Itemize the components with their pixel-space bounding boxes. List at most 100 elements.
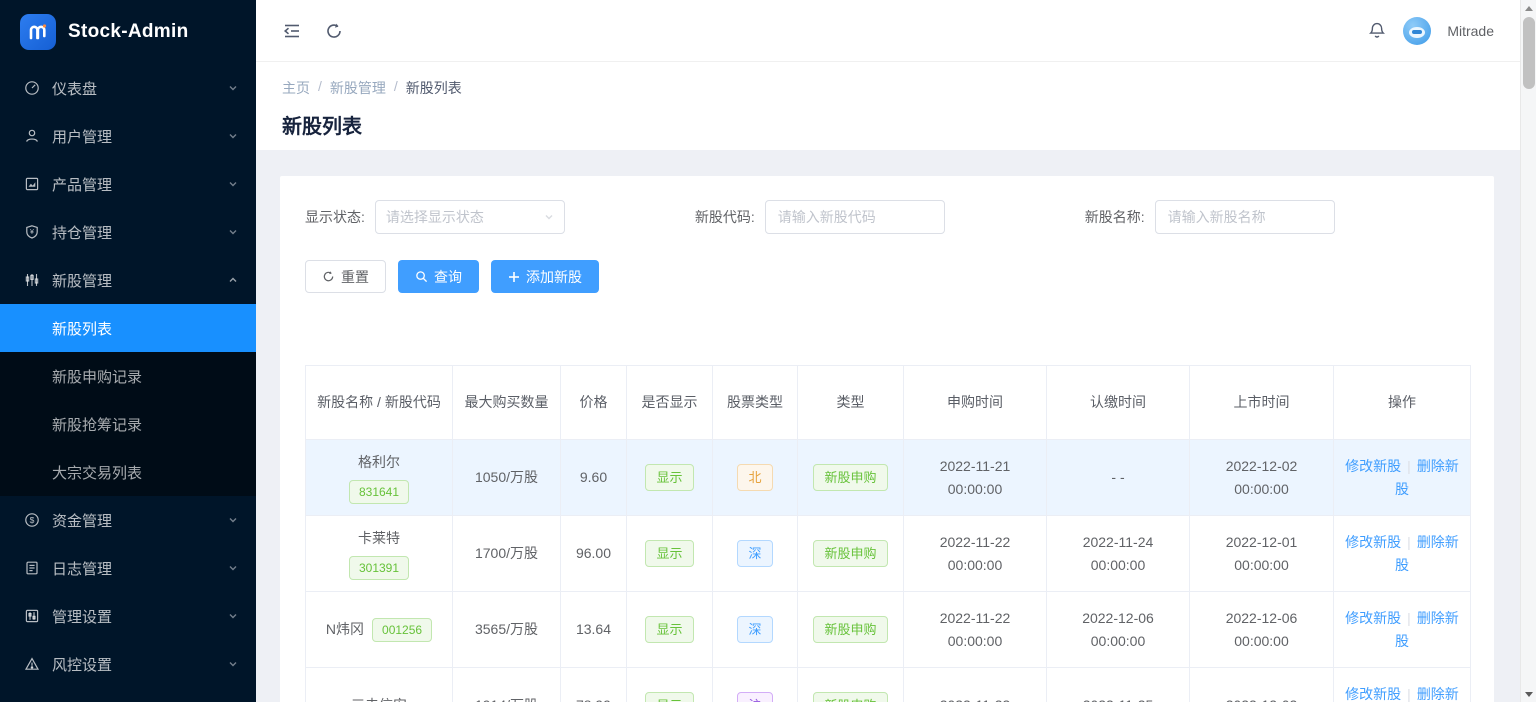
col-actions: 操作 <box>1334 366 1471 440</box>
breadcrumb-home[interactable]: 主页 <box>282 78 310 98</box>
list-time: 2022-12-02 00:00:00 <box>1214 455 1310 500</box>
add-button-label: 添加新股 <box>526 267 582 287</box>
filter-row: 显示状态: 请选择显示状态 新股代码: 新股名称: <box>305 200 1469 234</box>
sidebar-item-dashboard[interactable]: 仪表盘 <box>0 64 256 112</box>
pay-time: - - <box>1070 466 1166 488</box>
list-time: 2022-12-01 00:00:00 <box>1214 531 1310 576</box>
sidebar-subitem-block-trade-list[interactable]: 大宗交易列表 <box>0 448 256 496</box>
sidebar-item-products[interactable]: 产品管理 <box>0 160 256 208</box>
sidebar-item-logs[interactable]: 日志管理 <box>0 544 256 592</box>
edit-stock-link[interactable]: 修改新股 <box>1345 610 1401 626</box>
status-select[interactable]: 请选择显示状态 <box>375 200 565 234</box>
delete-stock-link[interactable]: 删除新股 <box>1395 458 1459 496</box>
pay-time: 2022-12-06 00:00:00 <box>1070 607 1166 652</box>
price-cell: 96.00 <box>561 516 627 592</box>
breadcrumb-separator: / <box>394 78 398 98</box>
col-list-time: 上市时间 <box>1190 366 1334 440</box>
subscribe-time: 2022-11-22 00:00:00 <box>927 531 1023 576</box>
fold-sidebar-icon[interactable] <box>282 21 302 41</box>
delete-stock-link[interactable]: 删除新股 <box>1395 534 1459 572</box>
reset-button-label: 重置 <box>341 267 369 287</box>
username[interactable]: Mitrade <box>1447 23 1494 39</box>
dashboard-icon <box>24 80 40 96</box>
sidebar-item-positions[interactable]: ¥ 持仓管理 <box>0 208 256 256</box>
stock-code-tag: 001256 <box>372 618 432 642</box>
price-cell: 78.99 <box>561 668 627 702</box>
breadcrumb-new-stock-mgmt[interactable]: 新股管理 <box>330 78 386 98</box>
sidebar-item-label: 管理设置 <box>52 606 228 627</box>
scrollbar-up-icon <box>1525 6 1533 11</box>
name-filter-label: 新股名称: <box>1085 207 1145 227</box>
col-pay-time: 认缴时间 <box>1047 366 1190 440</box>
code-input[interactable] <box>765 200 945 234</box>
scrollbar-thumb[interactable] <box>1523 17 1535 89</box>
edit-stock-link[interactable]: 修改新股 <box>1345 534 1401 550</box>
sidebar-menu: 仪表盘 用户管理 产品管理 ¥ 持仓管理 新股管理 新股列表 <box>0 64 256 688</box>
content-card: 显示状态: 请选择显示状态 新股代码: 新股名称: <box>280 176 1494 702</box>
edit-stock-link[interactable]: 修改新股 <box>1345 458 1401 474</box>
col-stock-type: 股票类型 <box>713 366 798 440</box>
list-time: 2022-12-06 00:00:00 <box>1214 607 1310 652</box>
new-stock-table: 新股名称 / 新股代码 最大购买数量 价格 是否显示 股票类型 类型 申购时间 … <box>305 365 1471 702</box>
user-icon <box>24 128 40 144</box>
svg-text:¥: ¥ <box>30 229 34 236</box>
edit-stock-link[interactable]: 修改新股 <box>1345 686 1401 702</box>
sidebar-item-users[interactable]: 用户管理 <box>0 112 256 160</box>
avatar[interactable] <box>1403 17 1431 45</box>
col-subscribe-time: 申购时间 <box>904 366 1047 440</box>
chevron-up-icon <box>228 275 238 285</box>
sidebar-item-admin-settings[interactable]: 管理设置 <box>0 592 256 640</box>
pay-time: 2022-11-25 <box>1070 694 1166 702</box>
reset-button[interactable]: 重置 <box>305 260 386 293</box>
app-title: Stock-Admin <box>68 21 188 43</box>
stock-name: 三未信安 <box>351 694 407 702</box>
market-badge: 深 <box>737 540 772 567</box>
action-divider: | <box>1407 534 1411 550</box>
add-new-stock-button[interactable]: 添加新股 <box>491 260 599 293</box>
page-scrollbar[interactable] <box>1520 0 1536 702</box>
sidebar-item-new-stock[interactable]: 新股管理 <box>0 256 256 304</box>
bell-icon[interactable] <box>1367 21 1387 41</box>
product-icon <box>24 176 40 192</box>
status-filter-label: 显示状态: <box>305 207 365 227</box>
table-header-row: 新股名称 / 新股代码 最大购买数量 价格 是否显示 股票类型 类型 申购时间 … <box>306 366 1471 440</box>
table-row: 卡莱特 301391 1700/万股 96.00 显示 深 新股申购 2022-… <box>306 516 1471 592</box>
type-badge: 新股申购 <box>813 464 887 491</box>
pay-time: 2022-11-24 00:00:00 <box>1070 531 1166 576</box>
stock-icon <box>24 272 40 288</box>
sidebar-subitem-subscription-records[interactable]: 新股申购记录 <box>0 352 256 400</box>
sidebar-item-funds[interactable]: $ 资金管理 <box>0 496 256 544</box>
search-button[interactable]: 查询 <box>398 260 479 293</box>
new-stock-submenu: 新股列表 新股申购记录 新股抢筹记录 大宗交易列表 <box>0 304 256 496</box>
sidebar-item-label: 日志管理 <box>52 558 228 579</box>
risk-icon <box>24 656 40 672</box>
scrollbar-up-button[interactable] <box>1521 0 1536 16</box>
stock-name: 格利尔 <box>358 451 400 473</box>
table-row: 三未信安 1914/万股 78.99 显示 沪 新股申购 2022-11-23 … <box>306 668 1471 702</box>
col-name-code: 新股名称 / 新股代码 <box>306 366 453 440</box>
breadcrumb: 主页 / 新股管理 / 新股列表 <box>282 78 1494 98</box>
sidebar-item-label: 持仓管理 <box>52 222 228 243</box>
sidebar-subitem-new-stock-list[interactable]: 新股列表 <box>0 304 256 352</box>
sidebar-subitem-grab-records[interactable]: 新股抢筹记录 <box>0 400 256 448</box>
delete-stock-link[interactable]: 删除新股 <box>1395 610 1459 648</box>
chevron-down-icon <box>228 611 238 621</box>
chevron-down-icon <box>228 515 238 525</box>
scrollbar-down-button[interactable] <box>1521 686 1536 702</box>
col-max-buy: 最大购买数量 <box>453 366 561 440</box>
sidebar-item-risk-settings[interactable]: 风控设置 <box>0 640 256 688</box>
content: 显示状态: 请选择显示状态 新股代码: 新股名称: <box>256 150 1520 702</box>
plus-icon <box>508 271 520 283</box>
sidebar-subitem-label: 新股列表 <box>52 318 112 339</box>
refresh-icon[interactable] <box>324 21 344 41</box>
col-type: 类型 <box>798 366 904 440</box>
visible-badge: 显示 <box>645 464 693 491</box>
subscribe-time: 2022-11-21 00:00:00 <box>927 455 1023 500</box>
sidebar-item-label: 仪表盘 <box>52 78 228 99</box>
max-buy-cell: 3565/万股 <box>453 592 561 668</box>
sidebar-item-label: 产品管理 <box>52 174 228 195</box>
market-badge: 深 <box>737 616 772 643</box>
name-input[interactable] <box>1155 200 1335 234</box>
delete-stock-link[interactable]: 删除新股 <box>1395 686 1459 702</box>
chevron-down-icon <box>228 179 238 189</box>
